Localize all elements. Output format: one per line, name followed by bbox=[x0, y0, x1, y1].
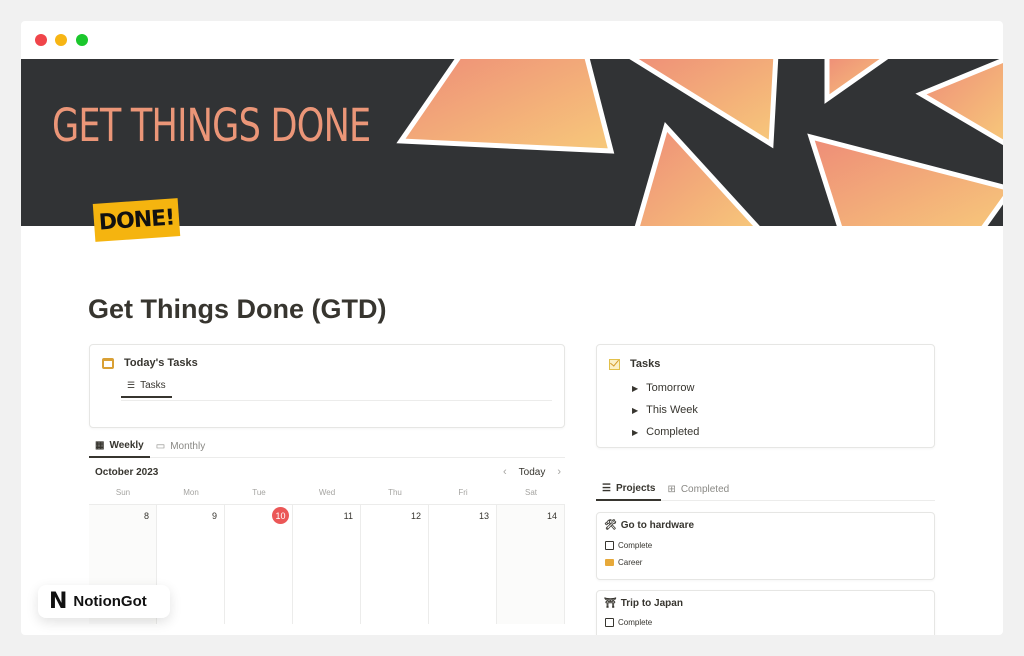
calendar-day-cell-today[interactable]: 10 bbox=[225, 505, 293, 624]
toggle-label: Tomorrow bbox=[646, 382, 695, 394]
tab-tasks[interactable]: ☰ Tasks bbox=[121, 380, 172, 398]
weekday-header: Sun Mon Tue Wed Thu Fri Sat bbox=[89, 488, 565, 497]
weekday-label: Wed bbox=[318, 488, 336, 497]
weekday-label: Tue bbox=[252, 488, 266, 497]
notiongot-logo-icon: N bbox=[49, 589, 68, 614]
toggle-completed[interactable]: ▶ Completed bbox=[632, 421, 699, 443]
title-bar bbox=[21, 21, 1003, 59]
complete-label: Complete bbox=[618, 618, 653, 627]
list-icon: ☰ bbox=[127, 380, 136, 390]
tab-monthly-label: Monthly bbox=[170, 440, 206, 452]
todays-tasks-title[interactable]: Today's Tasks bbox=[124, 357, 198, 369]
toggle-tomorrow[interactable]: ▶ Tomorrow bbox=[632, 377, 699, 399]
minimize-window-button[interactable] bbox=[55, 34, 67, 46]
close-window-button[interactable] bbox=[35, 34, 47, 46]
weekday-label: Mon bbox=[183, 488, 199, 497]
calendar-icon: ▭ bbox=[155, 440, 166, 452]
triangle-1 bbox=[396, 59, 615, 154]
triangle-4 bbox=[915, 59, 1003, 146]
triangle-3 bbox=[824, 59, 889, 104]
brand-name: NotionGot bbox=[73, 593, 147, 610]
page-icon-done-sticker[interactable]: DONE! bbox=[92, 198, 181, 242]
project-card[interactable]: ⛩ Trip to Japan Complete bbox=[596, 590, 935, 635]
toggle-label: This Week bbox=[646, 404, 698, 416]
tab-weekly-label: Weekly bbox=[109, 439, 144, 451]
toggle-this-week[interactable]: ▶ This Week bbox=[632, 399, 699, 421]
today-day-number: 10 bbox=[272, 507, 289, 524]
weekday-label: Sat bbox=[524, 488, 537, 497]
tab-completed-label: Completed bbox=[680, 483, 730, 495]
project-tag: Career bbox=[618, 558, 643, 567]
previous-week-button[interactable]: ‹ bbox=[503, 466, 507, 478]
project-title: Trip to Japan bbox=[620, 598, 683, 609]
month-label: October 2023 bbox=[95, 467, 159, 478]
tasks-card: Tasks ▶ Tomorrow ▶ This Week ▶ Completed bbox=[596, 344, 935, 448]
triangle-right-icon: ▶ bbox=[632, 427, 639, 437]
tab-completed[interactable]: ⊞ Completed bbox=[661, 477, 735, 501]
maximize-window-button[interactable] bbox=[76, 34, 88, 46]
tools-icon: 🛠 bbox=[604, 520, 617, 531]
checklist-icon: ☰ bbox=[602, 482, 611, 494]
calendar-day-cell[interactable]: 14 bbox=[497, 505, 565, 624]
tab-monthly[interactable]: ▭ Monthly bbox=[150, 434, 211, 458]
weekday-label: Sun bbox=[115, 488, 131, 497]
toggle-label: Completed bbox=[646, 426, 700, 438]
triangle-5 bbox=[634, 122, 760, 226]
day-number: 12 bbox=[410, 511, 421, 521]
today-button[interactable]: Today bbox=[519, 467, 546, 478]
calendar-day-cell[interactable]: 12 bbox=[361, 505, 429, 624]
triangle-6 bbox=[807, 133, 1003, 226]
gallery-icon: ⊞ bbox=[667, 483, 676, 495]
complete-label: Complete bbox=[618, 541, 653, 550]
calendar-day-cell[interactable]: 13 bbox=[429, 505, 497, 624]
project-title: Go to hardware bbox=[620, 520, 695, 531]
checkbox-icon bbox=[609, 358, 620, 370]
toggle-list: ▶ Tomorrow ▶ This Week ▶ Completed bbox=[632, 377, 699, 443]
notiongot-badge[interactable]: N NotionGot bbox=[38, 585, 170, 618]
weekday-label: Fri bbox=[458, 488, 468, 497]
triangle-2 bbox=[629, 59, 779, 149]
calendar-header: October 2023 ‹ Today › bbox=[89, 465, 565, 481]
triangle-right-icon: ▶ bbox=[632, 405, 639, 415]
day-number: 8 bbox=[143, 511, 149, 521]
calendar-day-cell[interactable]: 11 bbox=[293, 505, 361, 624]
tab-projects-label: Projects bbox=[615, 482, 656, 494]
browser-window: GET THINGS DONE DONE! Get Things Done (G… bbox=[21, 21, 1003, 635]
day-number: 14 bbox=[546, 511, 557, 521]
calendar-icon bbox=[102, 357, 114, 369]
tab-tasks-label: Tasks bbox=[140, 380, 166, 391]
complete-checkbox[interactable] bbox=[605, 618, 614, 627]
calendar-grid-icon: ▦ bbox=[95, 439, 105, 451]
triangle-right-icon: ▶ bbox=[632, 383, 639, 393]
weekday-label: Thu bbox=[388, 488, 402, 497]
cover-title: GET THINGS DONE bbox=[52, 99, 371, 152]
projects-view-tabs: ☰ Projects ⊞ Completed bbox=[596, 477, 935, 501]
next-week-button[interactable]: › bbox=[557, 466, 561, 478]
page-title[interactable]: Get Things Done (GTD) bbox=[88, 294, 386, 325]
complete-checkbox[interactable] bbox=[605, 541, 614, 550]
tab-weekly[interactable]: ▦ Weekly bbox=[89, 434, 150, 458]
calendar-view-tabs: ▦ Weekly ▭ Monthly bbox=[89, 434, 565, 458]
tab-projects[interactable]: ☰ Projects bbox=[596, 477, 662, 501]
day-number: 11 bbox=[343, 511, 353, 521]
todays-tasks-card: Today's Tasks ☰ Tasks bbox=[89, 344, 565, 428]
tab-divider bbox=[121, 400, 552, 401]
tasks-title[interactable]: Tasks bbox=[630, 358, 660, 370]
day-number: 9 bbox=[211, 511, 217, 521]
project-card[interactable]: 🛠 Go to hardware Complete Career bbox=[596, 512, 935, 580]
torii-gate-icon: ⛩ bbox=[604, 598, 617, 609]
day-number: 13 bbox=[478, 511, 489, 521]
briefcase-icon bbox=[605, 559, 614, 566]
